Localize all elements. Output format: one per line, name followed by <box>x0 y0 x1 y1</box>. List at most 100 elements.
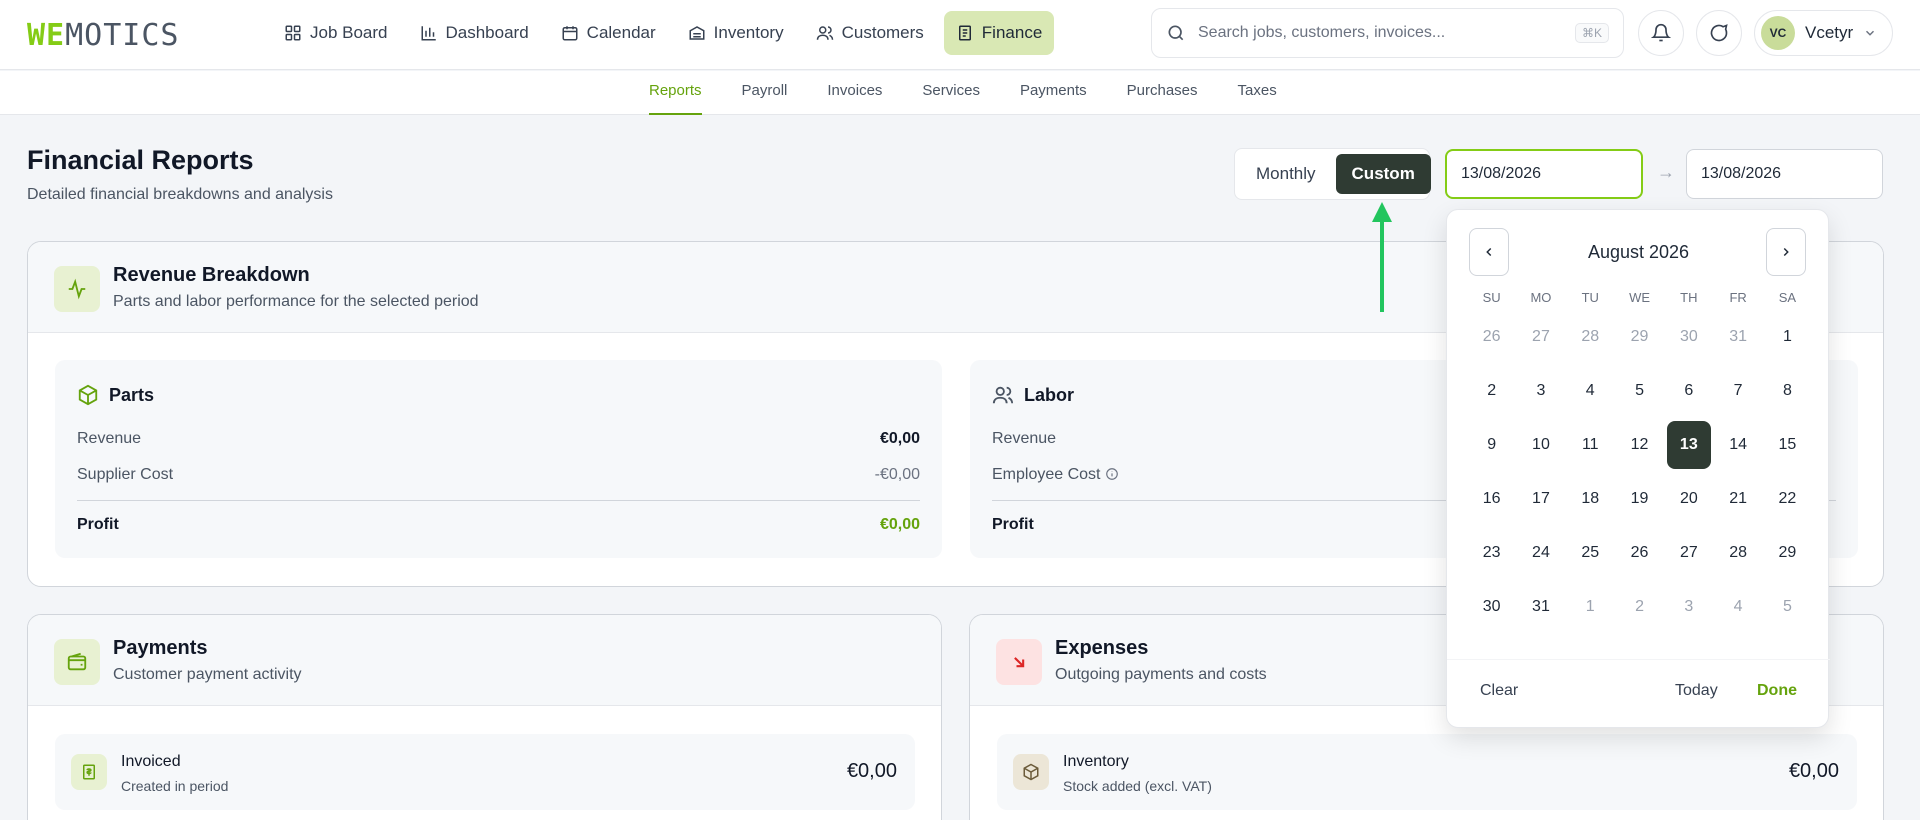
tab-services[interactable]: Services <box>922 71 980 115</box>
calendar-day[interactable]: 23 <box>1467 526 1516 580</box>
weekday-header: FR <box>1729 289 1747 305</box>
calendar-day-selected[interactable]: 13 <box>1664 418 1713 472</box>
user-name: Vcetyr <box>1805 23 1854 42</box>
calendar-day[interactable]: 11 <box>1566 418 1615 472</box>
calendar-day[interactable]: 30 <box>1467 580 1516 634</box>
parts-revenue-row: Revenue €0,00 <box>77 430 920 448</box>
tab-reports[interactable]: Reports <box>649 71 702 115</box>
calendar-day[interactable]: 30 <box>1664 310 1713 364</box>
card-title: Payments <box>113 637 208 659</box>
calendar-day[interactable]: 8 <box>1763 364 1812 418</box>
nav-finance[interactable]: Finance <box>943 11 1055 55</box>
calendar-day[interactable]: 6 <box>1664 364 1713 418</box>
calendar-day[interactable]: 4 <box>1566 364 1615 418</box>
calendar-day[interactable]: 14 <box>1713 418 1762 472</box>
calendar-day[interactable]: 7 <box>1713 364 1762 418</box>
row-label: Revenue <box>77 430 142 447</box>
nav-label: Finance <box>981 23 1043 42</box>
chat-icon <box>1710 24 1728 42</box>
calendar-day[interactable]: 18 <box>1566 472 1615 526</box>
clear-button[interactable]: Clear <box>1480 682 1518 700</box>
logo[interactable]: WEMOTICS <box>27 18 180 53</box>
nav-label: Customers <box>841 23 924 42</box>
end-date-input[interactable]: 13/08/2026 <box>1686 149 1883 199</box>
calendar-day[interactable]: 16 <box>1467 472 1516 526</box>
day-number: 1 <box>1585 598 1595 615</box>
calendar-day[interactable]: 27 <box>1664 526 1713 580</box>
done-button[interactable]: Done <box>1757 682 1797 700</box>
messages-button[interactable] <box>1696 10 1742 56</box>
calendar-day[interactable]: 2 <box>1615 580 1664 634</box>
calendar-day[interactable]: 2 <box>1467 364 1516 418</box>
page-subtitle: Detailed financial breakdowns and analys… <box>27 186 333 203</box>
today-button[interactable]: Today <box>1675 682 1718 700</box>
panel-title: Labor <box>992 384 1074 406</box>
search-input[interactable]: Search jobs, customers, invoices... <box>1198 24 1563 42</box>
calendar-day[interactable]: 26 <box>1467 310 1516 364</box>
panel-title: Parts <box>77 384 154 406</box>
card-title: Revenue Breakdown <box>113 264 310 286</box>
calendar-day[interactable]: 29 <box>1763 526 1812 580</box>
calendar-day[interactable]: 3 <box>1664 580 1713 634</box>
notifications-button[interactable] <box>1638 10 1684 56</box>
monthly-button[interactable]: Monthly <box>1240 154 1332 194</box>
activity-icon <box>54 266 100 312</box>
calendar-day[interactable]: 24 <box>1516 526 1565 580</box>
calendar-day[interactable]: 25 <box>1566 526 1615 580</box>
calendar-day[interactable]: 28 <box>1566 310 1615 364</box>
calendar-day[interactable]: 19 <box>1615 472 1664 526</box>
weekday-header: MO <box>1530 289 1552 305</box>
day-number: 2 <box>1487 382 1497 399</box>
day-number: 28 <box>1729 544 1748 561</box>
nav-calendar[interactable]: Calendar <box>549 11 668 55</box>
payments-card: Payments Customer payment activity Invoi… <box>27 614 942 820</box>
users-icon <box>992 386 1014 404</box>
calendar-day[interactable]: 20 <box>1664 472 1713 526</box>
tab-invoices[interactable]: Invoices <box>827 71 882 115</box>
calendar-day[interactable]: 27 <box>1516 310 1565 364</box>
nav-dashboard[interactable]: Dashboard <box>408 11 541 55</box>
calendar-day[interactable]: 1 <box>1763 310 1812 364</box>
tab-payments[interactable]: Payments <box>1020 71 1087 115</box>
calendar-day[interactable]: 22 <box>1763 472 1812 526</box>
next-month-button[interactable] <box>1766 228 1806 276</box>
calendar-day[interactable]: 9 <box>1467 418 1516 472</box>
info-icon[interactable] <box>1105 467 1119 481</box>
nav-job-board[interactable]: Job Board <box>272 11 400 55</box>
custom-button[interactable]: Custom <box>1335 154 1431 194</box>
calendar-day[interactable]: 10 <box>1516 418 1565 472</box>
calendar-day[interactable]: 31 <box>1516 580 1565 634</box>
nav-label: Inventory <box>713 23 784 42</box>
calendar-day[interactable]: 4 <box>1713 580 1762 634</box>
calendar-day[interactable]: 28 <box>1713 526 1762 580</box>
day-number: 24 <box>1532 544 1550 561</box>
calendar-day[interactable]: 21 <box>1713 472 1762 526</box>
invoiced-metric: Invoiced Created in period €0,00 <box>55 734 915 810</box>
calendar-day[interactable]: 1 <box>1566 580 1615 634</box>
nav-inventory[interactable]: Inventory <box>676 11 796 55</box>
day-number: 30 <box>1679 328 1698 345</box>
metric-name: Invoiced <box>121 753 181 770</box>
search-box[interactable]: Search jobs, customers, invoices... ⌘K <box>1151 8 1624 58</box>
calendar-day[interactable]: 12 <box>1615 418 1664 472</box>
card-subtitle: Parts and labor performance for the sele… <box>113 293 479 310</box>
calendar-day[interactable]: 5 <box>1763 580 1812 634</box>
calendar-day[interactable]: 3 <box>1516 364 1565 418</box>
calendar-day[interactable]: 29 <box>1615 310 1664 364</box>
calendar-day[interactable]: 26 <box>1615 526 1664 580</box>
calendar-day[interactable]: 15 <box>1763 418 1812 472</box>
user-menu[interactable]: VC Vcetyr <box>1754 10 1893 56</box>
tab-payroll[interactable]: Payroll <box>742 71 788 115</box>
day-number: 29 <box>1630 328 1649 345</box>
card-header: Payments Customer payment activity <box>28 615 941 706</box>
nav-customers[interactable]: Customers <box>804 11 936 55</box>
day-number: 28 <box>1581 328 1600 345</box>
calendar-day[interactable]: 5 <box>1615 364 1664 418</box>
start-date-input[interactable]: 13/08/2026 <box>1445 149 1643 199</box>
tab-taxes[interactable]: Taxes <box>1238 71 1277 115</box>
calendar-day[interactable]: 17 <box>1516 472 1565 526</box>
row-value: €0,00 <box>879 430 920 447</box>
tab-purchases[interactable]: Purchases <box>1127 71 1198 115</box>
users-icon <box>816 26 833 40</box>
calendar-day[interactable]: 31 <box>1713 310 1762 364</box>
